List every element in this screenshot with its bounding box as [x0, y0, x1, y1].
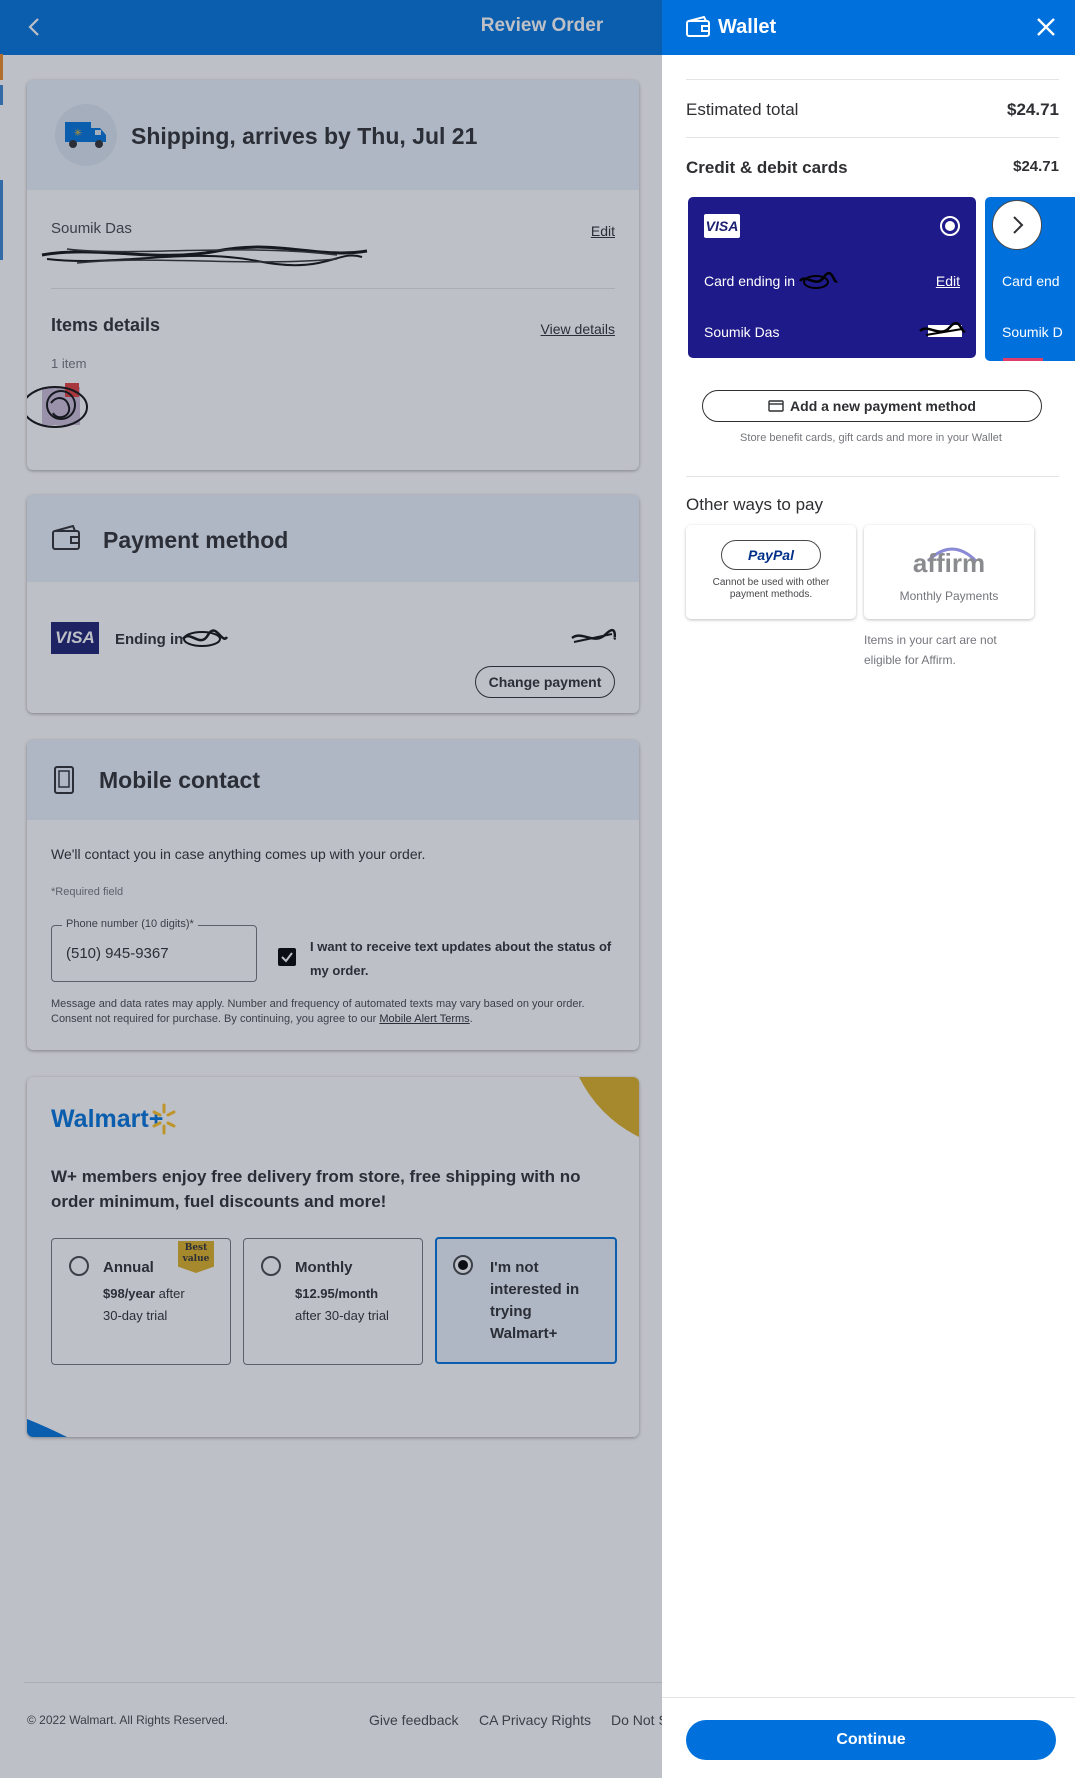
paypal-logo: PayPal: [721, 540, 821, 570]
chevron-right-icon: [1013, 216, 1024, 234]
credit-card-icon: [768, 400, 784, 412]
card-radio-dot: [945, 221, 955, 231]
cards-label: Credit & debit cards: [686, 158, 848, 177]
estimated-total-label: Estimated total: [686, 100, 799, 119]
paypal-note: Cannot be used with other payment method…: [712, 577, 830, 600]
next-card-button[interactable]: [992, 200, 1042, 250]
wallet-panel: Wallet Estimated total $24.71 Credit & d…: [662, 0, 1075, 1778]
affirm-tile[interactable]: affirm Monthly Payments: [864, 525, 1034, 619]
paypal-logo-text: PayPal: [748, 547, 794, 563]
card2-accent: [1003, 358, 1043, 361]
affirm-note: Monthly Payments: [899, 589, 999, 603]
store-note: Store benefit cards, gift cards and more…: [740, 432, 1002, 444]
wallet-header-icon: [686, 15, 710, 43]
wallet-header: Wallet: [662, 0, 1075, 55]
card2-holder-name: Soumik D: [1002, 324, 1063, 340]
other-ways-title: Other ways to pay: [686, 495, 824, 514]
divider: [686, 476, 1059, 477]
modal-overlay[interactable]: [0, 0, 662, 1778]
divider: [662, 1697, 1075, 1698]
card2-ending: Card end: [1002, 273, 1060, 289]
card-visa-logo: VISA: [704, 214, 740, 238]
cards-value: $24.71: [1013, 158, 1059, 175]
wallet-title: Wallet: [718, 16, 777, 38]
divider: [686, 137, 1059, 138]
affirm-ineligible: Items in your cart are not eligible for …: [864, 633, 997, 667]
redacted-card-digits: [799, 271, 838, 289]
divider: [686, 79, 1059, 80]
affirm-logo: affirm: [912, 548, 986, 578]
add-payment-label: Add a new payment method: [790, 398, 976, 414]
saved-card-1[interactable]: VISA Card ending in Edit Soumik Das: [688, 197, 976, 358]
estimated-total-value: $24.71: [1007, 100, 1059, 119]
card-radio-selected[interactable]: [940, 216, 960, 236]
continue-button[interactable]: Continue: [686, 1720, 1056, 1760]
close-icon[interactable]: [1035, 16, 1057, 43]
redacted-expiry: [919, 321, 966, 337]
card1-edit-link[interactable]: Edit: [936, 273, 960, 289]
card1-holder-name: Soumik Das: [704, 324, 780, 340]
paypal-tile[interactable]: PayPal Cannot be used with other payment…: [686, 525, 856, 619]
add-payment-button[interactable]: Add a new payment method: [702, 390, 1042, 422]
card1-ending: Card ending in: [704, 273, 796, 289]
